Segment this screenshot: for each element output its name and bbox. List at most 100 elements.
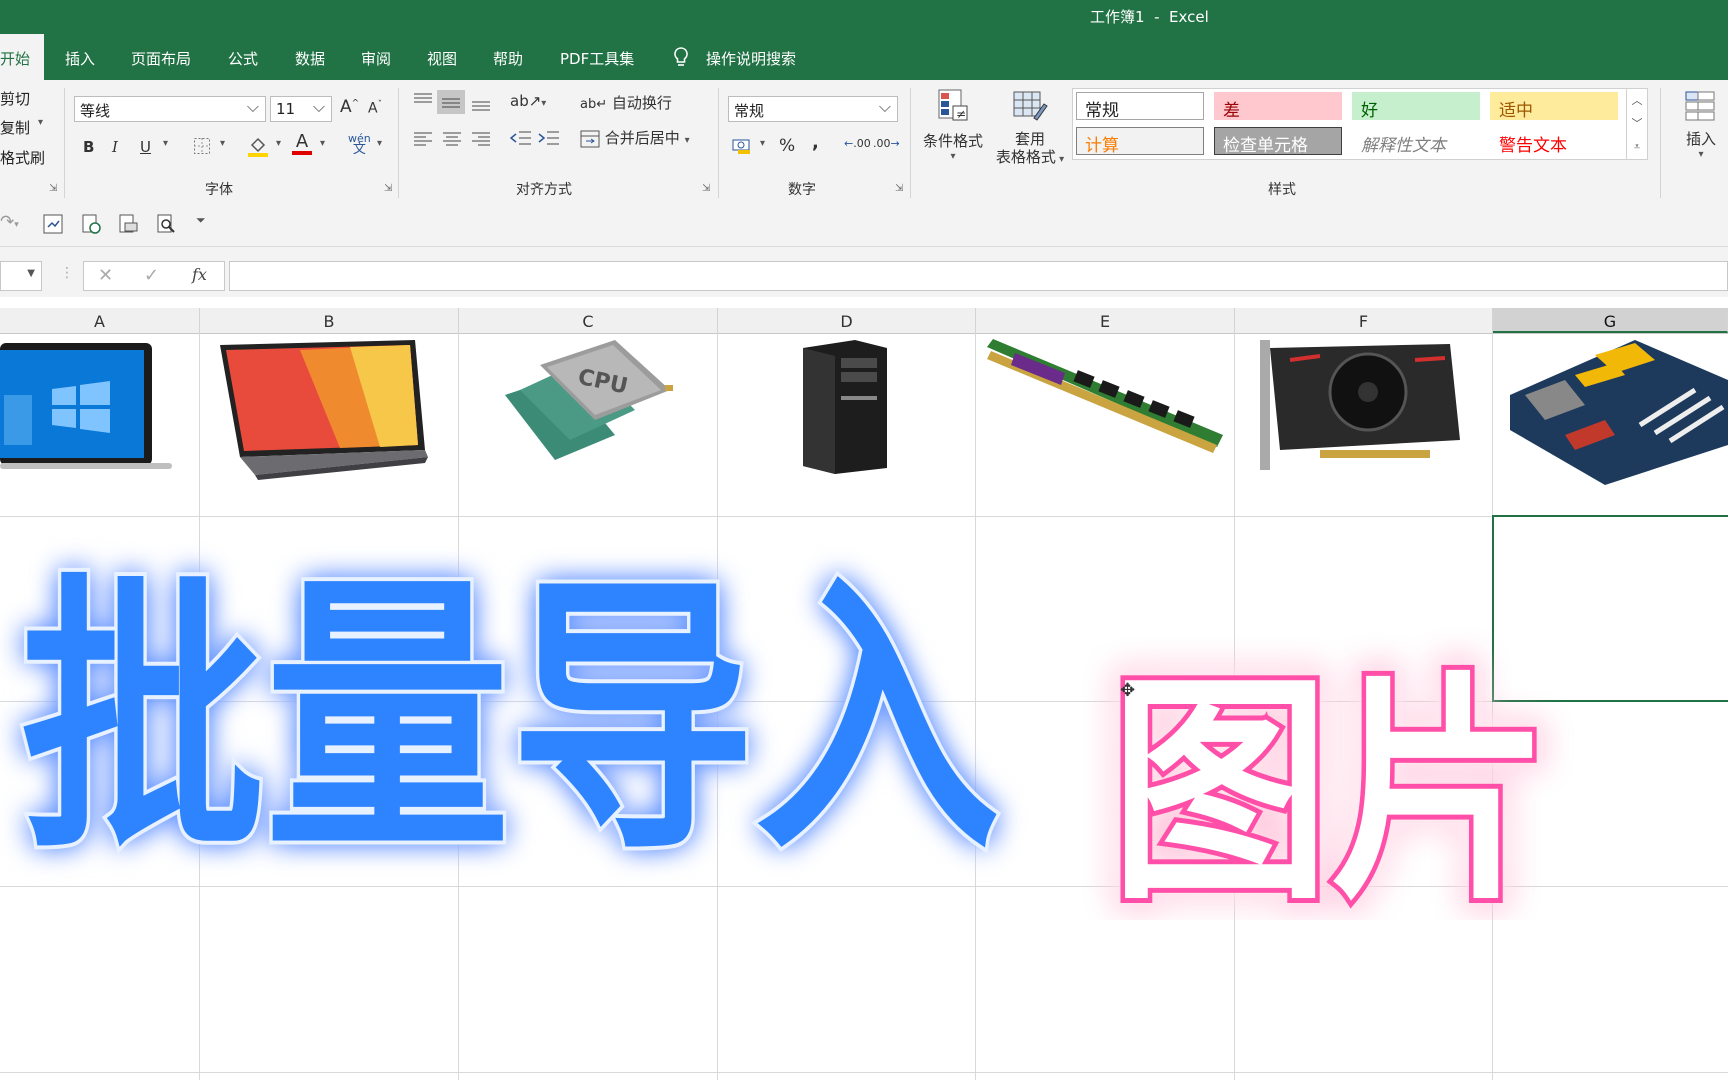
format-as-table-label-1: 套用 xyxy=(1014,130,1045,148)
style-normal[interactable]: 常规 xyxy=(1076,92,1204,121)
grow-font-button[interactable]: A^ xyxy=(340,97,359,117)
decrease-decimal-button[interactable]: .00→ xyxy=(873,137,900,150)
underline-button[interactable]: U xyxy=(140,138,151,156)
copy-dropdown-icon[interactable]: ▾ xyxy=(38,117,43,128)
align-bottom-button[interactable] xyxy=(471,96,491,116)
name-box[interactable]: ▼ xyxy=(0,261,42,291)
insert-function-icon[interactable]: fx xyxy=(192,265,207,284)
laptop-colorful-image[interactable] xyxy=(210,335,450,515)
align-center-button[interactable] xyxy=(442,130,462,150)
motherboard-image[interactable] xyxy=(1505,335,1728,485)
italic-button[interactable]: I xyxy=(112,138,118,156)
tab-formulas[interactable]: 公式 xyxy=(228,48,258,69)
refresh-document-icon[interactable] xyxy=(80,213,102,239)
ram-module-image[interactable] xyxy=(985,335,1225,485)
style-check-cell-label: 检查单元格 xyxy=(1223,136,1308,156)
print-preview-icon[interactable] xyxy=(117,213,139,239)
customize-toolbar-icon[interactable]: ⏷ xyxy=(196,213,206,228)
tab-pdf-tools[interactable]: PDF工具集 xyxy=(560,48,634,69)
number-format-select[interactable]: 常规 ⌵ xyxy=(728,96,898,122)
wrap-text-button[interactable]: ab↵ 自动换行 xyxy=(580,92,672,113)
number-launcher-icon[interactable]: ⇲ xyxy=(895,183,903,194)
phonetic-dropdown-icon[interactable]: ▾ xyxy=(377,138,382,149)
merge-center-button[interactable]: 合并后居中 ▾ xyxy=(580,127,690,148)
conditional-format-button[interactable]: ≠ 条件格式 ▾ xyxy=(920,88,986,162)
orientation-button[interactable]: ab↗▾ xyxy=(510,92,546,110)
style-bad[interactable]: 差 xyxy=(1214,92,1342,121)
pc-tower-image[interactable] xyxy=(795,338,895,478)
chevron-down-icon[interactable]: ﹀ xyxy=(1627,112,1647,135)
chevron-up-icon[interactable]: ︿ xyxy=(1627,89,1647,112)
bold-button[interactable]: B xyxy=(83,138,94,156)
tab-view[interactable]: 视图 xyxy=(427,48,457,69)
alignment-launcher-icon[interactable]: ⇲ xyxy=(702,183,710,194)
column-header-e[interactable]: E xyxy=(976,308,1235,333)
style-warning[interactable]: 警告文本 xyxy=(1490,127,1618,156)
font-color-button[interactable]: A xyxy=(292,133,312,155)
cut-button[interactable]: 剪切 xyxy=(0,88,30,109)
fill-color-dropdown-icon[interactable]: ▾ xyxy=(276,138,281,149)
format-painter-button[interactable]: 格式刷 xyxy=(0,147,45,168)
increase-decimal-button[interactable]: ←.00 xyxy=(844,137,871,150)
shrink-font-button[interactable]: Aˇ xyxy=(368,100,382,117)
laptop-windows-image[interactable] xyxy=(0,335,199,515)
percent-button[interactable]: % xyxy=(779,136,795,156)
border-button[interactable] xyxy=(193,137,211,159)
column-header-b[interactable]: B xyxy=(200,308,459,333)
format-as-table-button[interactable]: 套用 表格格式 ▾ xyxy=(990,88,1070,169)
phonetic-button[interactable]: wén 文 xyxy=(348,133,371,156)
tell-me-search[interactable]: 操作说明搜索 xyxy=(706,48,796,69)
font-color-dropdown-icon[interactable]: ▾ xyxy=(320,138,325,149)
decrease-indent-button[interactable] xyxy=(509,130,532,150)
clipboard-launcher-icon[interactable]: ⇲ xyxy=(49,183,57,194)
check-icon[interactable]: ✓ xyxy=(144,265,159,286)
style-explanatory[interactable]: 解释性文本 xyxy=(1352,127,1480,156)
underline-dropdown-icon[interactable]: ▾ xyxy=(163,138,168,149)
accounting-dropdown-icon[interactable]: ▾ xyxy=(760,138,765,149)
cancel-icon[interactable]: ✕ xyxy=(98,265,113,286)
fill-color-button[interactable] xyxy=(247,135,269,161)
font-size-select[interactable]: 11 ⌵ xyxy=(270,96,332,122)
copy-button[interactable]: 复制 xyxy=(0,117,30,138)
align-middle-button[interactable] xyxy=(437,90,465,114)
increase-indent-button[interactable] xyxy=(538,130,560,150)
accounting-format-button[interactable] xyxy=(732,136,756,160)
cell-styles-gallery: 常规 差 好 适中 计算 检查单元格 解释性文本 警告文本 xyxy=(1072,88,1634,160)
style-calculation[interactable]: 计算 xyxy=(1076,127,1204,156)
style-good[interactable]: 好 xyxy=(1352,92,1480,121)
align-left-button[interactable] xyxy=(413,130,433,150)
tab-page-layout[interactable]: 页面布局 xyxy=(131,48,191,69)
tab-insert[interactable]: 插入 xyxy=(65,48,95,69)
tab-help[interactable]: 帮助 xyxy=(493,48,523,69)
insert-cells-icon xyxy=(1685,91,1715,121)
chevron-down-icon: ▼ xyxy=(27,268,35,279)
align-top-button[interactable] xyxy=(413,92,433,112)
font-launcher-icon[interactable]: ⇲ xyxy=(384,183,392,194)
graphics-card-image[interactable] xyxy=(1250,340,1470,480)
currency-icon xyxy=(732,139,750,154)
tab-data[interactable]: 数据 xyxy=(295,48,325,69)
style-check-cell[interactable]: 检查单元格 xyxy=(1214,127,1342,156)
column-header-a[interactable]: A xyxy=(0,308,200,333)
style-neutral[interactable]: 适中 xyxy=(1490,92,1618,121)
form-icon[interactable] xyxy=(42,213,64,239)
formula-input[interactable] xyxy=(229,261,1728,291)
lightbulb-icon[interactable] xyxy=(672,46,690,73)
tab-review[interactable]: 审阅 xyxy=(361,48,391,69)
column-header-c[interactable]: C xyxy=(459,308,718,333)
border-dropdown-icon[interactable]: ▾ xyxy=(220,138,225,149)
column-header-d[interactable]: D xyxy=(718,308,976,333)
cpu-chips-image[interactable]: CPU xyxy=(495,335,685,485)
tab-home[interactable]: 开始 xyxy=(0,34,44,80)
font-name-select[interactable]: 等线 ⌵ xyxy=(74,96,266,122)
comma-button[interactable]: , xyxy=(812,132,819,153)
redo-icon[interactable]: ↷▾ xyxy=(0,212,19,232)
gallery-expand-icon[interactable]: ⩡ xyxy=(1627,135,1647,158)
ribbon-tab-bar: 开始 插入 页面布局 公式 数据 审阅 视图 帮助 PDF工具集 操作说明搜索 xyxy=(0,34,1728,80)
align-right-icon xyxy=(472,132,490,146)
align-right-button[interactable] xyxy=(471,130,491,150)
column-header-f[interactable]: F xyxy=(1235,308,1493,333)
column-header-g[interactable]: G xyxy=(1493,308,1728,333)
insert-cells-button[interactable]: 插入 ▾ xyxy=(1676,88,1726,160)
magnifier-document-icon[interactable] xyxy=(155,213,177,239)
